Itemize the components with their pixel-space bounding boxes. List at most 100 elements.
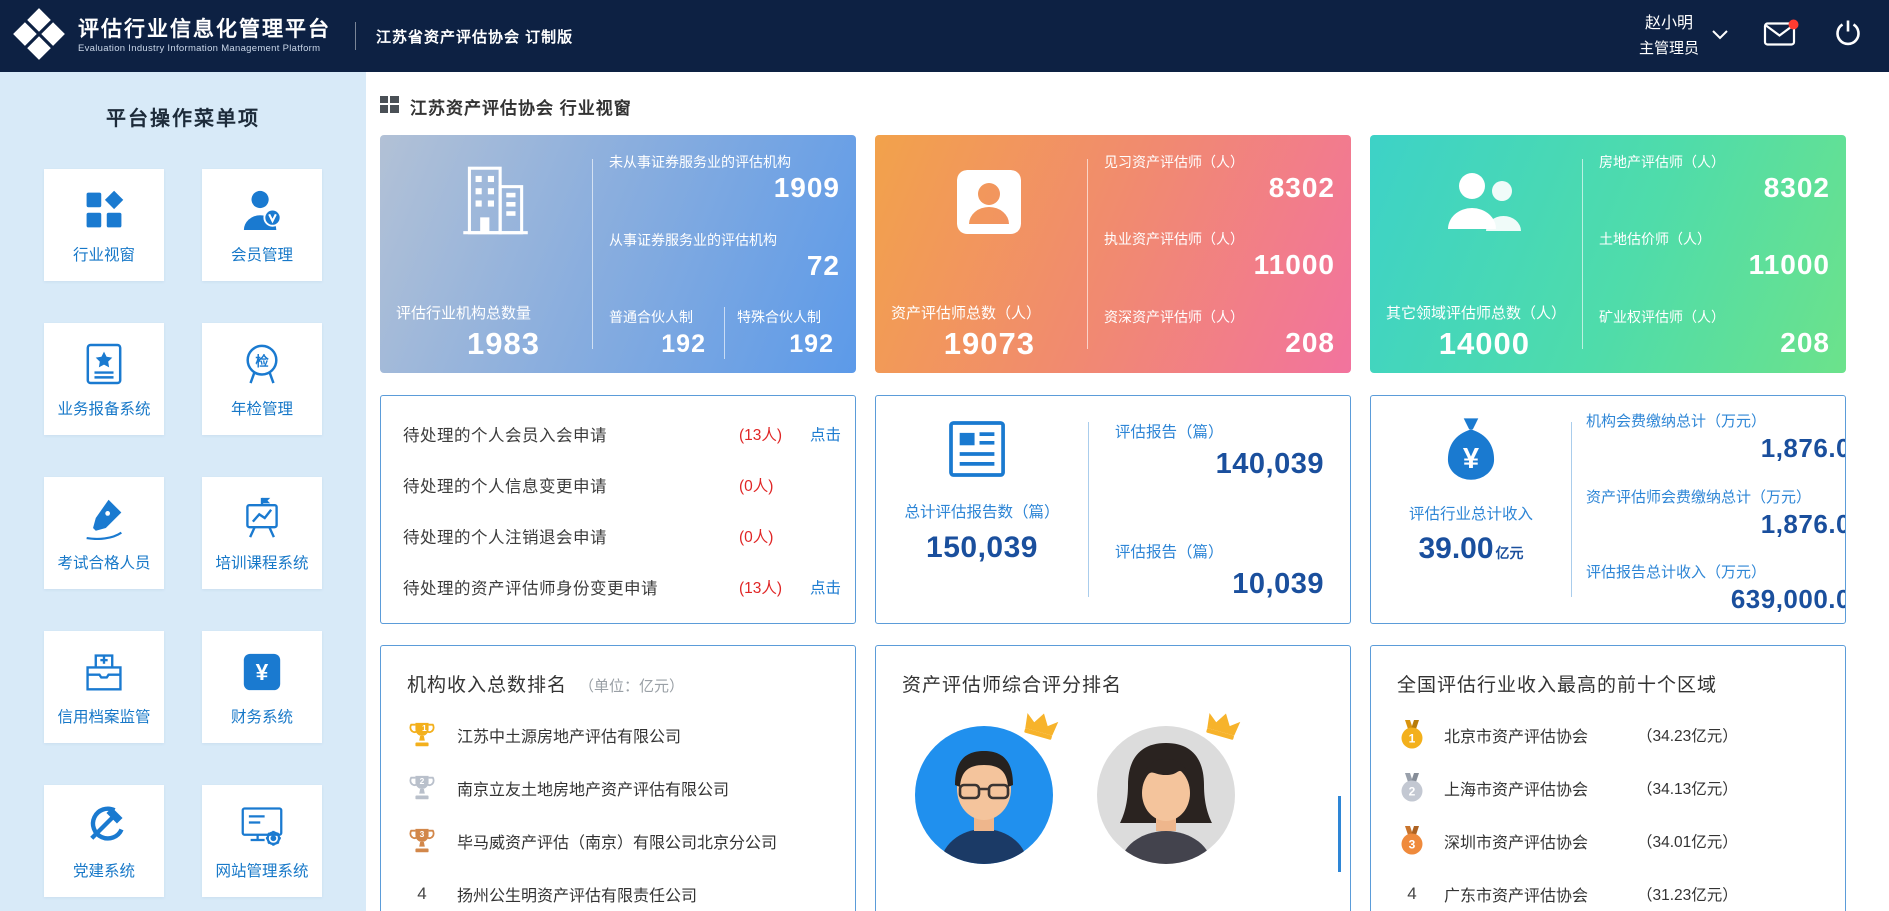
stat-card-appraisers: 资产评估师总数（人） 19073 见习资产评估师（人） 8302 执业资产评估师… [875, 135, 1351, 373]
avatar [1096, 725, 1236, 865]
stat-detail-value: 192 [737, 330, 840, 359]
medal-gold-icon: 1 [1397, 720, 1427, 750]
breadcrumb: 江苏资产评估协会 行业视窗 [380, 94, 1847, 119]
stat-detail-label: 土地估价师（人） [1599, 229, 1830, 249]
divider [355, 22, 356, 50]
income-item-value: 639,000.0 [1586, 584, 1845, 615]
list-item: 2 上海市资产评估协会 （34.13亿元） [1397, 772, 1819, 803]
region-name: 深圳市资产评估协会 [1444, 829, 1620, 853]
sidebar-item-label: 党建系统 [73, 859, 135, 881]
stat-detail-value: 208 [1104, 327, 1335, 359]
mail-button[interactable] [1763, 19, 1799, 52]
sidebar-item-exam-qualified[interactable]: 考试合格人员 [44, 477, 164, 589]
unit-note: （单位：亿元） [579, 675, 684, 696]
grid-icon [380, 96, 399, 118]
list-item: 1 北京市资产评估协会 （34.23亿元） [1397, 719, 1819, 750]
reports-total-value: 150,039 [926, 531, 1038, 565]
stat-card-institutions: 评估行业机构总数量 1983 未从事证券服务业的评估机构 1909 从事证券服务… [380, 135, 856, 373]
region-value: （34.13亿元） [1637, 777, 1738, 799]
stat-detail-label: 资深资产评估师（人） [1104, 307, 1335, 327]
sidebar-item-label: 培训课程系统 [215, 551, 308, 573]
avatar [914, 725, 1054, 865]
sidebar-item-label: 业务报备系统 [57, 397, 150, 419]
divider [724, 307, 725, 359]
report-item-label: 评估报告（篇） [1115, 420, 1324, 442]
party-emblem-icon [83, 802, 125, 850]
stat-detail-value: 8302 [1104, 172, 1335, 204]
list-item: 待处理的个人注销退会申请 (0人) [403, 510, 833, 561]
stat-detail-label: 普通合伙人制 [609, 307, 712, 327]
pending-card: 待处理的个人会员入会申请 (13人) 点击 待处理的个人信息变更申请 (0人) … [380, 395, 856, 624]
stat-detail-label: 未从事证券服务业的评估机构 [609, 152, 840, 172]
icon-char: ¥ [1463, 443, 1480, 475]
pending-action-link[interactable]: 点击 [810, 576, 841, 598]
icon-char: ¥ [256, 659, 269, 685]
rank-number: 4 [407, 884, 437, 904]
rank-number: 2 [1409, 784, 1416, 798]
stat-main-label: 资产评估师总数（人） [891, 302, 1087, 323]
rank-number: 1 [422, 722, 427, 732]
sidebar-item-label: 行业视窗 [73, 243, 135, 265]
pending-label: 待处理的个人会员入会申请 [403, 422, 607, 446]
user-role: 主管理员 [1639, 37, 1699, 60]
user-menu[interactable]: 赵小明 主管理员 [1639, 12, 1729, 60]
report-item-value: 10,039 [1115, 568, 1324, 601]
training-chart-icon [241, 494, 283, 542]
reports-total-label: 总计评估报告数（篇） [904, 500, 1059, 522]
region-name: 北京市资产评估协会 [1444, 723, 1620, 747]
sidebar-item-label: 会员管理 [231, 243, 293, 265]
sidebar-item-label: 年检管理 [231, 397, 293, 419]
list-item: 2 南京立友土地房地产资产评估有限公司 [407, 772, 829, 803]
list-item: 3 深圳市资产评估协会 （34.01亿元） [1397, 825, 1819, 856]
income-item-label: 评估报告总计收入（万元） [1586, 561, 1845, 582]
income-item-label: 机构会费缴纳总计（万元） [1586, 410, 1845, 431]
report-item-value: 140,039 [1115, 448, 1324, 481]
sidebar-item-party-building[interactable]: 党建系统 [44, 785, 164, 897]
appraiser-avatar-1 [914, 725, 1054, 865]
org-name: 毕马威资产评估（南京）有限公司北京分公司 [457, 829, 777, 853]
list-item: 3 毕马威资产评估（南京）有限公司北京分公司 [407, 825, 829, 856]
stat-main-value: 1983 [396, 328, 592, 359]
card-title: 全国评估行业收入最高的前十个区域 [1397, 670, 1717, 697]
rank-number: 4 [1397, 884, 1427, 904]
region-value: （34.01亿元） [1637, 830, 1738, 852]
pen-icon [83, 494, 125, 542]
app-subtitle: Evaluation Industry Information Manageme… [78, 43, 331, 55]
app-logo: 评估行业信息化管理平台 Evaluation Industry Informat… [12, 7, 331, 66]
yen-icon: ¥ [242, 648, 282, 696]
org-name: 扬州公生明资产评估有限责任公司 [457, 882, 697, 906]
sidebar-menu: 行业视窗 会员管理 [0, 169, 366, 897]
sidebar-item-credit-archive[interactable]: 信用档案监管 [44, 631, 164, 743]
sidebar-item-business-filing[interactable]: 业务报备系统 [44, 323, 164, 435]
region-ranking-card: 全国评估行业收入最高的前十个区域 1 北京市资产评估协会 （34.23亿元） [1370, 645, 1846, 911]
report-item-label: 评估报告（篇） [1115, 540, 1324, 562]
stat-main-label: 评估行业机构总数量 [396, 302, 592, 323]
mail-icon [1763, 19, 1799, 52]
stat-detail-value: 1909 [609, 172, 840, 204]
sidebar-item-label: 财务系统 [231, 705, 293, 727]
stat-detail-label: 特殊合伙人制 [737, 307, 840, 327]
pending-count: (13人) [739, 576, 782, 598]
list-item: 待处理的资产评估师身份变更申请 (13人) 点击 [403, 561, 833, 612]
stat-detail-value: 72 [609, 250, 840, 282]
sidebar-title: 平台操作菜单项 [0, 102, 366, 131]
trophy-bronze-icon: 3 [407, 826, 437, 856]
power-button[interactable] [1833, 18, 1863, 53]
sidebar-item-website-admin[interactable]: 网站管理系统 [202, 785, 322, 897]
sidebar: 平台操作菜单项 行业视窗 [0, 72, 366, 911]
list-item: 1 江苏中土源房地产评估有限公司 [407, 719, 829, 750]
org-name: 南京立友土地房地产资产评估有限公司 [457, 776, 729, 800]
sidebar-item-industry-view[interactable]: 行业视窗 [44, 169, 164, 281]
building-icon [396, 149, 592, 255]
scroll-indicator[interactable] [1338, 796, 1341, 872]
sidebar-item-members[interactable]: 会员管理 [202, 169, 322, 281]
sidebar-item-finance[interactable]: ¥ 财务系统 [202, 631, 322, 743]
sidebar-item-annual-inspection[interactable]: 检 年检管理 [202, 323, 322, 435]
pending-action-link[interactable]: 点击 [810, 423, 841, 445]
stat-detail-value: 208 [1599, 327, 1830, 359]
app-title: 评估行业信息化管理平台 [78, 17, 331, 43]
org-label: 江苏省资产评估协会 订制版 [376, 26, 573, 47]
list-item: 4 广东市资产评估协会 （31.23亿元） [1397, 878, 1819, 909]
sidebar-item-training-courses[interactable]: 培训课程系统 [202, 477, 322, 589]
stat-detail-value: 11000 [1104, 249, 1335, 281]
